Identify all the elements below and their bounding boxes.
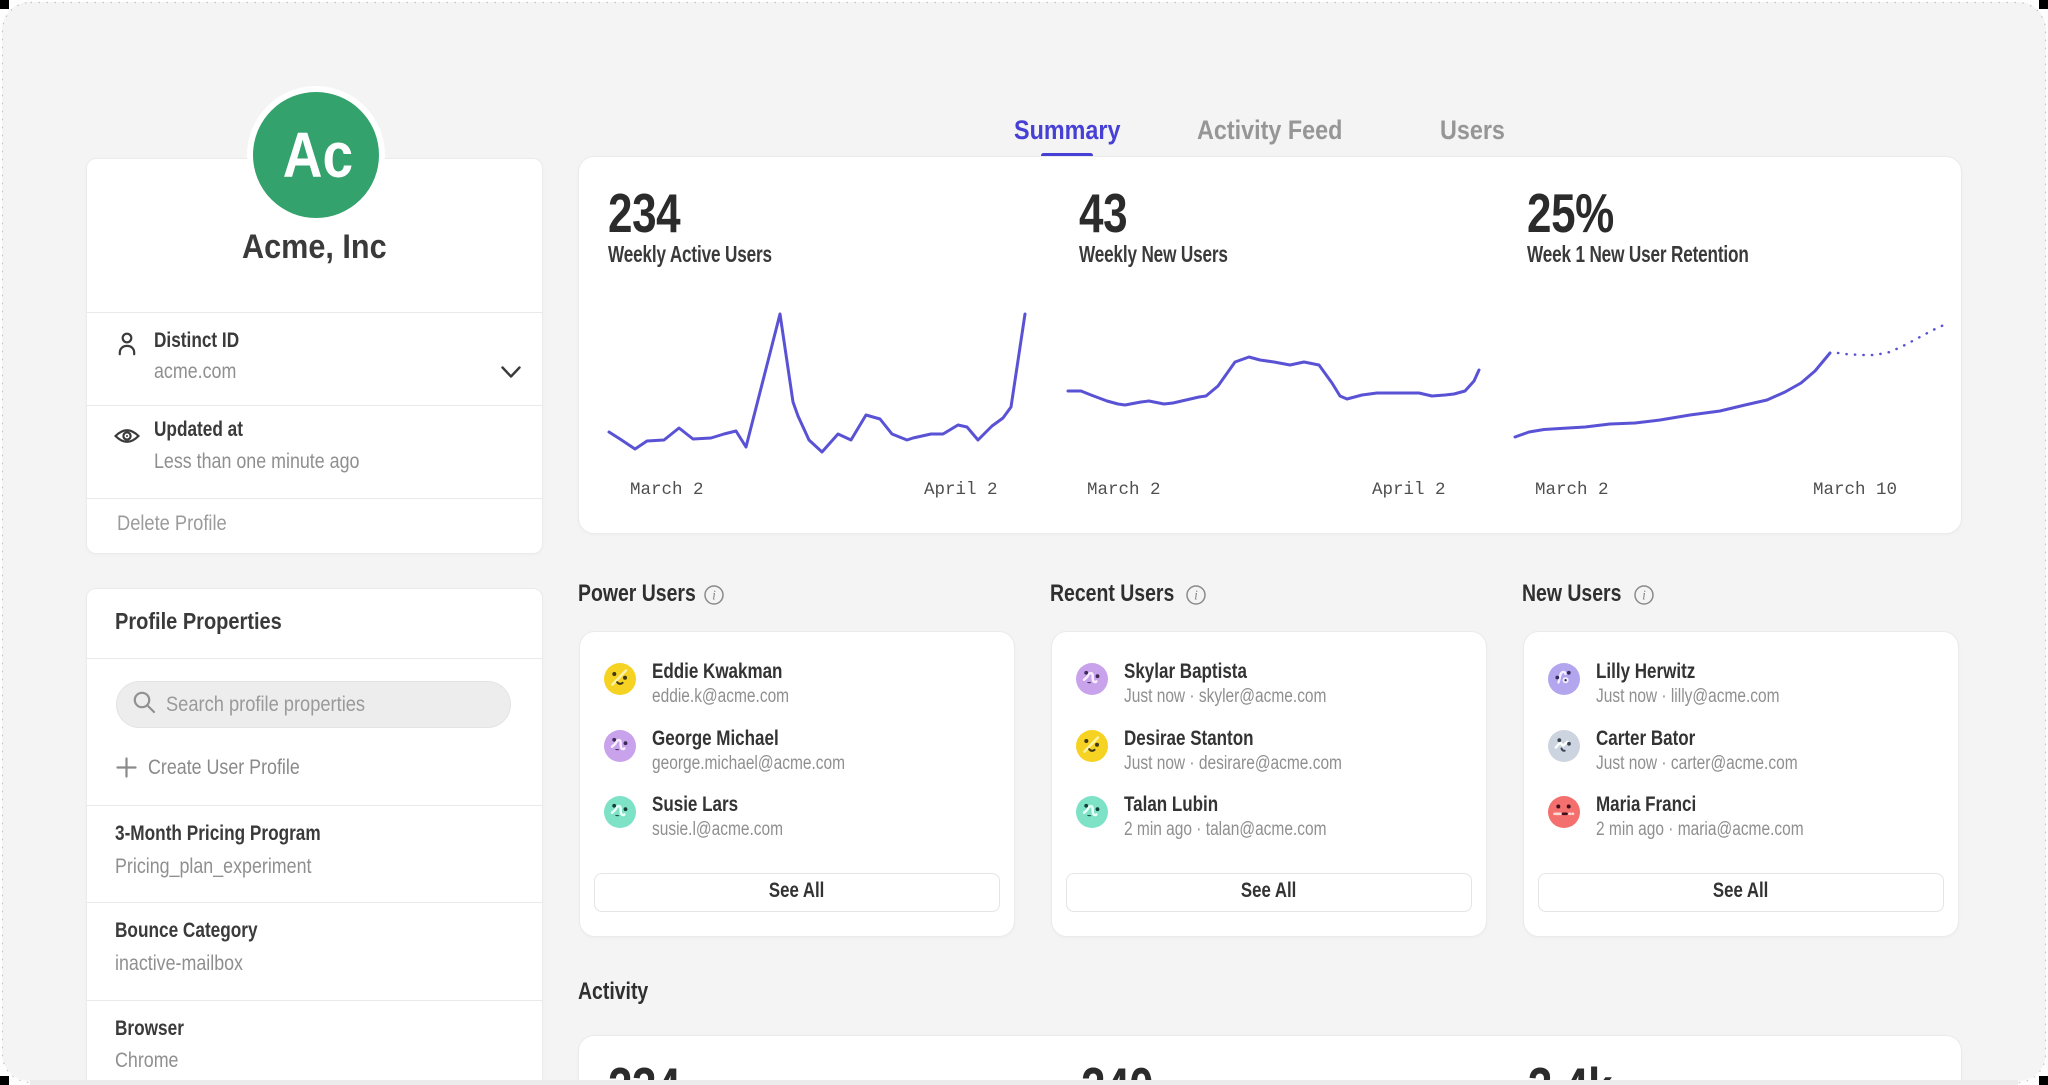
svg-text:i: i <box>1194 588 1198 603</box>
svg-text:i: i <box>1642 588 1646 603</box>
svg-text:i: i <box>712 588 716 603</box>
